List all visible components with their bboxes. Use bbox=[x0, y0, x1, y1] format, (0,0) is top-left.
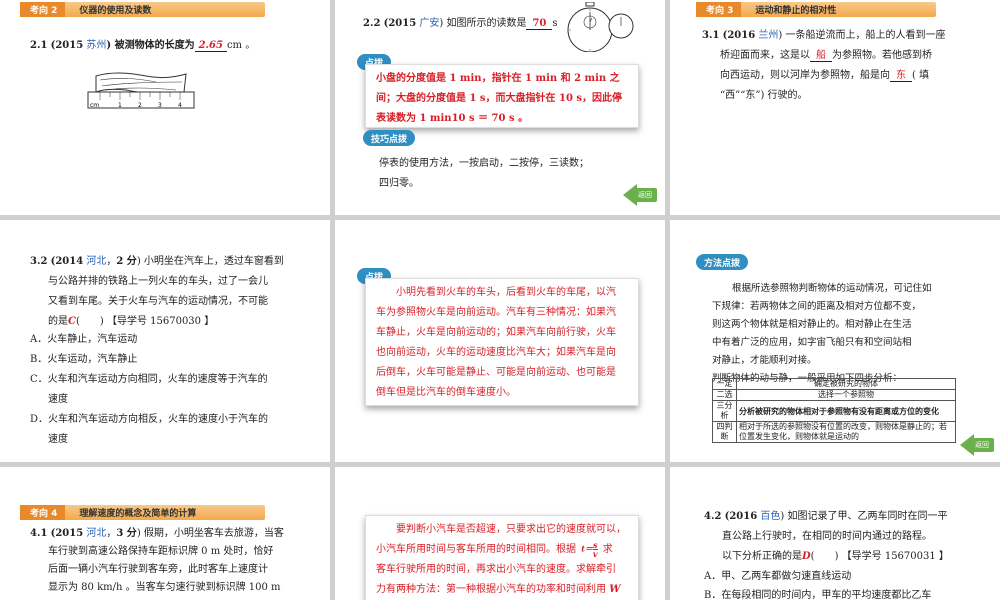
slide-3-2-hint: 点拨 小明先看到火车的车头，后看到火车的车尾，以汽 车为参照物火车是向前运动。汽… bbox=[335, 220, 665, 462]
hint-explanation: 要判断小汽车是否超速，只要求出它的速度就可以， 小汽车所用时间与客车所用的时间相… bbox=[365, 515, 639, 600]
question-2-2: 2.2 (2015 广安) 如图所示的读数是 70 s bbox=[363, 18, 558, 30]
ruler-tick: 4 bbox=[178, 102, 182, 109]
table-row: 三分析 分析被研究的物体相对于参照物有没有距离或方位的变化 bbox=[712, 400, 956, 422]
slide-4-2: 4.2 (2016 百色) 如图记录了甲、乙两车同时在同一平 直公路上行驶时，在… bbox=[670, 467, 1000, 600]
option-d-cont: 速度 bbox=[48, 434, 68, 445]
back-button[interactable]: 返回 bbox=[960, 434, 994, 456]
question-3-1: 3.1 (2016 兰州) 一条船逆流而上，船上的人看到一座 桥迎面而来，这是以… bbox=[702, 30, 946, 101]
option-c-cont: 速度 bbox=[48, 394, 68, 405]
slide-3-2: 3.2 (2014 河北，2 分) 小明坐在汽车上，透过车窗看到 与公路并排的铁… bbox=[0, 220, 330, 462]
slide-2-2: 2.2 (2015 广安) 如图所示的读数是70s 点拨 小盘的分度值是 1 m… bbox=[335, 0, 665, 215]
question-4-1: 4.1 (2015 河北，3 分) 假期，小明坐客车去旅游，当客 车行驶到高速公… bbox=[30, 528, 284, 593]
ruler-figure: cm 1 2 3 4 bbox=[87, 72, 195, 109]
slide-3-1: 考向 3 运动和静止的相对性 3.1 (2016 兰州) 一条船逆流而上，船上的… bbox=[670, 0, 1000, 215]
topic-tag: 考向 3 运动和静止的相对性 bbox=[696, 2, 936, 17]
slide-method-tip: 方法点拨 根据所选参照物判断物体的运动情况，可记住如 下规律：若两物体之间的距离… bbox=[670, 220, 1000, 462]
answer-choice: C bbox=[68, 316, 76, 327]
option-a: A．甲、乙两车都做匀速直线运动 bbox=[704, 571, 852, 582]
question-4-2: 4.2 (2016 百色) 如图记录了甲、乙两车同时在同一平 直公路上行驶时，在… bbox=[704, 511, 949, 562]
method-tip-text: 根据所选参照物判断物体的运动情况，可记住如 下规律：若两物体之间的距离及相对方位… bbox=[712, 283, 932, 384]
option-b: B．火车运动，汽车静止 bbox=[30, 354, 138, 365]
skill-tip-text: 停表的使用方法，一按启动，二按停，三读数； 四归零。 bbox=[379, 158, 589, 189]
hint-explanation: 小明先看到火车的车头，后看到火车的车尾，以汽 车为参照物火车是向前运动。汽车有三… bbox=[365, 278, 639, 406]
skill-tip-pill: 技巧点拨 bbox=[363, 130, 416, 146]
four-step-table: 一定 确定被研究的物体 二选 选择一个参照物 三分析 分析被研究的物体相对于参照物有没… bbox=[712, 378, 956, 443]
answer-length: 2.65 bbox=[194, 40, 227, 52]
answer-seconds: 70 bbox=[526, 18, 553, 30]
method-tip-pill: 方法点拨 bbox=[696, 254, 749, 270]
table-row: 四判断 相对于所选的参照物没有位置的改变，则物体是静止的；若位置发生变化，则物体就… bbox=[712, 421, 956, 443]
slide-4-1: 考向 4 理解速度的概念及简单的计算 4.1 (2015 河北，3 分) 假期，… bbox=[0, 467, 330, 600]
slide-4-1-hint: 要判断小汽车是否超速，只要求出它的速度就可以， 小汽车所用时间与客车所用的时间相… bbox=[335, 467, 665, 600]
question-3-2: 3.2 (2014 河北，2 分) 小明坐在汽车上，透过车窗看到 与公路并排的铁… bbox=[30, 256, 284, 327]
topic-tag: 考向 4 理解速度的概念及简单的计算 bbox=[20, 505, 265, 520]
option-a: A．火车静止，汽车运动 bbox=[30, 334, 138, 345]
ruler-tick: 1 bbox=[118, 102, 122, 109]
ruler-unit: cm bbox=[90, 102, 99, 109]
topic-number: 考向 3 bbox=[696, 2, 742, 17]
table-row: 一定 确定被研究的物体 bbox=[712, 378, 956, 390]
answer-reference: 船 bbox=[810, 50, 832, 62]
hint-explanation: 小盘的分度值是 1 min，指针在 1 min 和 2 min 之 间；大盘的分… bbox=[365, 64, 639, 128]
ruler-tick: 3 bbox=[158, 102, 162, 109]
ruler-tick: 2 bbox=[138, 102, 142, 109]
question-2-1: 2.1 (2015 苏州) 被测物体的长度为 2.65 cm 。 bbox=[30, 40, 256, 52]
topic-title: 理解速度的概念及简单的计算 bbox=[79, 509, 197, 519]
option-d: D．火车和汽车运动方向相反，火车的速度小于汽车的 bbox=[30, 414, 269, 425]
answer-direction: 东 bbox=[890, 70, 912, 82]
stopwatch-icon bbox=[567, 2, 634, 52]
option-b: B．在每段相同的时间内，甲车的平均速度都比乙车 bbox=[704, 590, 932, 600]
slide-2-1: 考向 2 仪器的使用及读数 2.1 (2015 苏州) 被测物体的长度为 2.65… bbox=[0, 0, 330, 215]
topic-title: 运动和静止的相对性 bbox=[755, 6, 837, 16]
answer-choice: D bbox=[802, 551, 811, 562]
topic-number: 考向 4 bbox=[20, 505, 66, 520]
back-button[interactable]: 返回 bbox=[623, 184, 657, 206]
topic-title: 仪器的使用及读数 bbox=[79, 6, 152, 16]
speed-formula: t＝ s v bbox=[581, 540, 598, 559]
table-row: 二选 选择一个参照物 bbox=[712, 389, 956, 401]
option-c: C．火车和汽车运动方向相同，火车的速度等于汽车的 bbox=[30, 374, 268, 385]
topic-number: 考向 2 bbox=[20, 2, 66, 17]
topic-tag: 考向 2 仪器的使用及读数 bbox=[20, 2, 265, 17]
